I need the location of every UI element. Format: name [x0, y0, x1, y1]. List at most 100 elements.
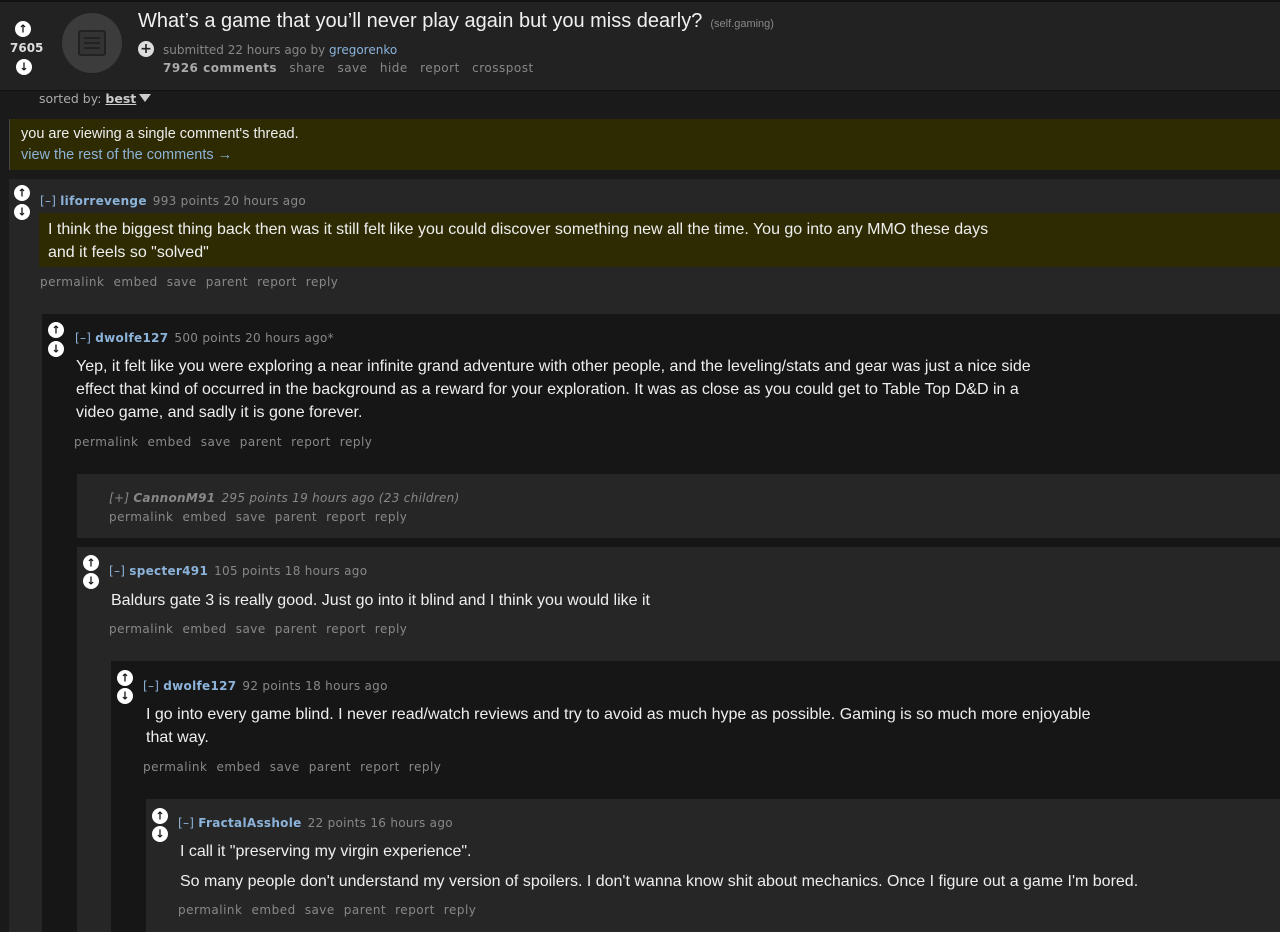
parent-button[interactable]: parent	[275, 622, 317, 636]
upvote-icon[interactable]: ↑	[117, 670, 133, 686]
parent-button[interactable]: parent	[309, 760, 351, 774]
downvote-icon[interactable]: ↓	[16, 59, 32, 75]
report-button[interactable]: report	[291, 435, 331, 449]
tagline-prefix: submitted 22 hours ago by	[163, 43, 326, 57]
comment-buttons: permalink embed save parent report reply	[109, 510, 416, 524]
post-domain[interactable]: (self.gaming)	[710, 18, 774, 30]
comment-meta: 295 points 19 hours ago (23 children)	[221, 491, 460, 505]
embed-button[interactable]: embed	[114, 275, 158, 289]
save-button[interactable]: save	[167, 275, 197, 289]
reply-button[interactable]: reply	[340, 435, 373, 449]
hide-button[interactable]: hide	[380, 61, 408, 75]
collapse-toggle[interactable]: [–]	[143, 679, 159, 693]
parent-button[interactable]: parent	[275, 510, 317, 524]
reply-button[interactable]: reply	[444, 903, 477, 917]
parent-button[interactable]: parent	[206, 275, 248, 289]
comment-author[interactable]: liforrevenge	[60, 194, 147, 208]
collapse-toggle[interactable]: [–]	[109, 564, 125, 578]
permalink-button[interactable]: permalink	[109, 622, 174, 636]
comment-meta: 500 points 20 hours ago*	[174, 331, 334, 345]
comment-meta: 92 points 18 hours ago	[242, 679, 388, 693]
comment-buttons: permalink embed save parent report reply	[74, 435, 381, 449]
sort-label: sorted by:	[39, 91, 102, 106]
save-button[interactable]: save	[337, 61, 367, 75]
downvote-icon[interactable]: ↓	[152, 826, 168, 842]
sort-value[interactable]: best	[105, 91, 136, 106]
comment-body: I call it "preserving my virgin experien…	[180, 840, 1138, 893]
permalink-button[interactable]: permalink	[74, 435, 139, 449]
permalink-button[interactable]: permalink	[143, 760, 208, 774]
report-button[interactable]: report	[420, 61, 460, 75]
upvote-icon[interactable]: ↑	[83, 555, 99, 571]
downvote-icon[interactable]: ↓	[48, 341, 64, 357]
upvote-icon[interactable]: ↑	[15, 21, 31, 37]
comment-body: Baldurs gate 3 is really good. Just go i…	[111, 589, 650, 612]
reply-button[interactable]: reply	[306, 275, 339, 289]
save-button[interactable]: save	[236, 510, 266, 524]
embed-button[interactable]: embed	[183, 622, 227, 636]
single-thread-notice: you are viewing a single comment's threa…	[9, 119, 1280, 170]
report-button[interactable]: report	[257, 275, 297, 289]
comment-author[interactable]: CannonM91	[133, 491, 215, 505]
comment-line: effect that kind of occurred in the back…	[76, 381, 1019, 398]
downvote-icon[interactable]: ↓	[14, 204, 30, 220]
share-button[interactable]: share	[289, 61, 325, 75]
comment-author[interactable]: dwolfe127	[163, 679, 236, 693]
embed-button[interactable]: embed	[183, 510, 227, 524]
comment-line: video game, and sadly it is gone forever…	[76, 404, 363, 421]
parent-button[interactable]: parent	[240, 435, 282, 449]
comment-line: that way.	[146, 729, 209, 746]
report-button[interactable]: report	[326, 622, 366, 636]
downvote-icon[interactable]: ↓	[117, 688, 133, 704]
comment-tagline: [–] FractalAsshole 22 points 16 hours ago	[178, 816, 453, 830]
collapse-toggle[interactable]: [–]	[75, 331, 91, 345]
post-buttons: 7926 comments share save hide report cro…	[163, 61, 542, 75]
permalink-button[interactable]: permalink	[109, 510, 174, 524]
upvote-icon[interactable]: ↑	[152, 808, 168, 824]
comment-author[interactable]: dwolfe127	[95, 331, 168, 345]
crosspost-button[interactable]: crosspost	[472, 61, 534, 75]
self-post-icon	[78, 30, 106, 56]
comment-tagline: [–] dwolfe127 500 points 20 hours ago*	[75, 331, 334, 345]
embed-button[interactable]: embed	[252, 903, 296, 917]
self-post-thumbnail[interactable]	[62, 13, 122, 73]
permalink-button[interactable]: permalink	[40, 275, 105, 289]
embed-button[interactable]: embed	[217, 760, 261, 774]
save-button[interactable]: save	[236, 622, 266, 636]
expando-plus-icon[interactable]: +	[138, 41, 154, 57]
comment-body: I go into every game blind. I never read…	[146, 703, 1090, 749]
comments-link[interactable]: 7926 comments	[163, 61, 277, 75]
comment-author[interactable]: specter491	[129, 564, 208, 578]
report-button[interactable]: report	[395, 903, 435, 917]
comment-body: Yep, it felt like you were exploring a n…	[76, 355, 1031, 424]
expand-toggle[interactable]: [+]	[109, 491, 129, 505]
permalink-button[interactable]: permalink	[178, 903, 243, 917]
comment-buttons: permalink embed save parent report reply	[40, 275, 347, 289]
comment-line: Yep, it felt like you were exploring a n…	[76, 358, 1031, 375]
collapse-toggle[interactable]: [–]	[40, 194, 56, 208]
save-button[interactable]: save	[305, 903, 335, 917]
comment-tagline: [–] specter491 105 points 18 hours ago	[109, 564, 367, 578]
reply-button[interactable]: reply	[409, 760, 442, 774]
reply-button[interactable]: reply	[375, 622, 408, 636]
embed-button[interactable]: embed	[148, 435, 192, 449]
post-score: 7605	[10, 41, 44, 55]
post-title[interactable]: What’s a game that you’ll never play aga…	[138, 10, 702, 32]
upvote-icon[interactable]: ↑	[14, 185, 30, 201]
view-rest-link[interactable]: view the rest of the comments →	[21, 147, 232, 163]
comment-author[interactable]: FractalAsshole	[198, 816, 301, 830]
report-button[interactable]: report	[360, 760, 400, 774]
chevron-down-icon[interactable]	[139, 94, 152, 102]
upvote-icon[interactable]: ↑	[48, 322, 64, 338]
post-vote: ↑	[15, 21, 35, 37]
comment-tagline: [–] dwolfe127 92 points 18 hours ago	[143, 679, 388, 693]
post-author[interactable]: gregorenko	[329, 43, 397, 57]
reply-button[interactable]: reply	[375, 510, 408, 524]
comment: ↑ ↓ [–] FractalAsshole 22 points 16 hours …	[146, 799, 1280, 932]
parent-button[interactable]: parent	[344, 903, 386, 917]
save-button[interactable]: save	[201, 435, 231, 449]
save-button[interactable]: save	[270, 760, 300, 774]
downvote-icon[interactable]: ↓	[83, 573, 99, 589]
collapse-toggle[interactable]: [–]	[178, 816, 194, 830]
report-button[interactable]: report	[326, 510, 366, 524]
